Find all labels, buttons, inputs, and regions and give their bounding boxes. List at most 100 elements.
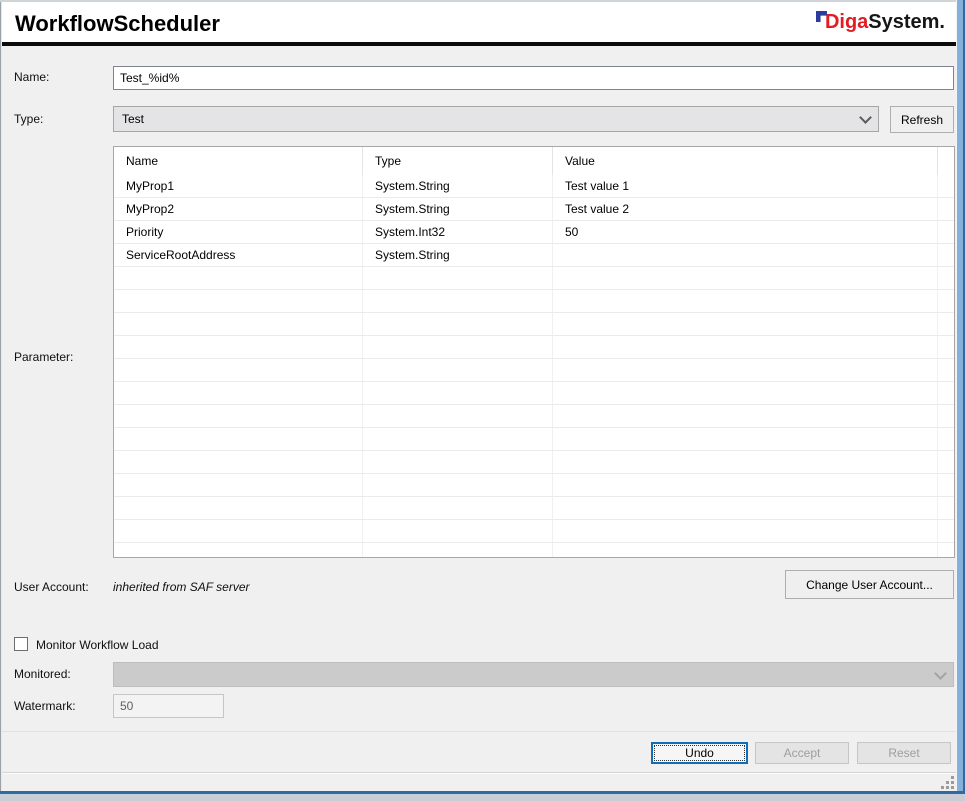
accept-button[interactable]: Accept <box>755 742 849 764</box>
table-row[interactable] <box>114 520 954 543</box>
cell-value <box>553 359 938 381</box>
monitored-dropdown[interactable] <box>113 662 954 687</box>
window-edge-right[interactable] <box>956 0 965 793</box>
table-row[interactable] <box>114 290 954 313</box>
watermark-input[interactable] <box>113 694 224 718</box>
name-input[interactable] <box>113 66 954 90</box>
cell-name: MyProp1 <box>114 175 363 197</box>
logo-system-text: System. <box>868 10 945 34</box>
column-header-value[interactable]: Value <box>553 147 938 175</box>
resize-grip-icon[interactable] <box>941 776 955 790</box>
cell-value <box>553 428 938 450</box>
column-header-name[interactable]: Name <box>114 147 363 175</box>
table-row[interactable]: ServiceRootAddressSystem.String <box>114 244 954 267</box>
cell-name: Priority <box>114 221 363 243</box>
cell-type <box>363 543 553 558</box>
header-rule <box>2 42 956 46</box>
table-row[interactable] <box>114 451 954 474</box>
window-edge-left-highlight <box>1 2 2 792</box>
cell-filler <box>938 520 954 542</box>
cell-filler <box>938 221 954 243</box>
cell-value: Test value 2 <box>553 198 938 220</box>
monitored-label: Monitored: <box>14 667 71 681</box>
cell-filler <box>938 198 954 220</box>
user-account-label: User Account: <box>14 580 89 594</box>
cell-type <box>363 382 553 404</box>
refresh-button[interactable]: Refresh <box>890 106 954 133</box>
cell-value <box>553 290 938 312</box>
cell-type <box>363 336 553 358</box>
cell-filler <box>938 267 954 289</box>
parameter-table-body: MyProp1System.StringTest value 1MyProp2S… <box>114 175 954 558</box>
cell-name <box>114 359 363 381</box>
table-row[interactable] <box>114 382 954 405</box>
cell-value: Test value 1 <box>553 175 938 197</box>
cell-name <box>114 451 363 473</box>
cell-name <box>114 313 363 335</box>
chevron-down-icon <box>859 111 872 124</box>
parameter-label: Parameter: <box>14 350 73 364</box>
cell-filler <box>938 543 954 558</box>
cell-type: System.Int32 <box>363 221 553 243</box>
cell-value <box>553 405 938 427</box>
table-row[interactable] <box>114 267 954 290</box>
cell-type: System.String <box>363 175 553 197</box>
chevron-down-icon <box>934 667 947 680</box>
workflow-scheduler-window: WorkflowScheduler Diga System. Name: Typ… <box>0 0 965 801</box>
cell-name <box>114 474 363 496</box>
cell-value <box>553 497 938 519</box>
name-label: Name: <box>14 70 49 84</box>
cell-name: MyProp2 <box>114 198 363 220</box>
table-row[interactable]: MyProp1System.StringTest value 1 <box>114 175 954 198</box>
cell-name <box>114 382 363 404</box>
table-row[interactable]: PrioritySystem.Int3250 <box>114 221 954 244</box>
cell-name <box>114 267 363 289</box>
cell-value <box>553 474 938 496</box>
cell-filler <box>938 313 954 335</box>
cell-filler <box>938 336 954 358</box>
column-header-type[interactable]: Type <box>363 147 553 175</box>
cell-filler <box>938 474 954 496</box>
cell-name <box>114 336 363 358</box>
cell-type <box>363 497 553 519</box>
monitor-workflow-load-checkbox[interactable] <box>14 637 28 651</box>
table-row[interactable] <box>114 543 954 558</box>
cell-value <box>553 451 938 473</box>
undo-button[interactable]: Undo <box>651 742 748 764</box>
cell-type <box>363 290 553 312</box>
cell-type: System.String <box>363 244 553 266</box>
table-row[interactable] <box>114 336 954 359</box>
cell-value <box>553 336 938 358</box>
monitor-workflow-load-label[interactable]: Monitor Workflow Load <box>36 638 159 652</box>
user-account-value: inherited from SAF server <box>113 580 250 594</box>
cell-type <box>363 267 553 289</box>
table-row[interactable] <box>114 474 954 497</box>
cell-name <box>114 290 363 312</box>
table-row[interactable] <box>114 313 954 336</box>
status-bar <box>2 774 956 791</box>
column-header-filler <box>938 147 954 175</box>
cell-type <box>363 405 553 427</box>
watermark-label: Watermark: <box>14 699 76 713</box>
cell-value <box>553 267 938 289</box>
table-row[interactable] <box>114 359 954 382</box>
cell-name <box>114 428 363 450</box>
cell-name: ServiceRootAddress <box>114 244 363 266</box>
logo-diga-text: Diga <box>825 10 868 34</box>
reset-button[interactable]: Reset <box>857 742 951 764</box>
cell-type <box>363 428 553 450</box>
table-row[interactable]: MyProp2System.StringTest value 2 <box>114 198 954 221</box>
change-user-account-button[interactable]: Change User Account... <box>785 570 954 599</box>
cell-name <box>114 405 363 427</box>
header: WorkflowScheduler Diga System. <box>2 2 956 42</box>
table-row[interactable] <box>114 405 954 428</box>
cell-filler <box>938 405 954 427</box>
table-row[interactable] <box>114 497 954 520</box>
table-row[interactable] <box>114 428 954 451</box>
cell-filler <box>938 175 954 197</box>
cell-filler <box>938 451 954 473</box>
cell-type: System.String <box>363 198 553 220</box>
cell-filler <box>938 497 954 519</box>
cell-name <box>114 520 363 542</box>
type-dropdown[interactable]: Test <box>113 106 879 132</box>
